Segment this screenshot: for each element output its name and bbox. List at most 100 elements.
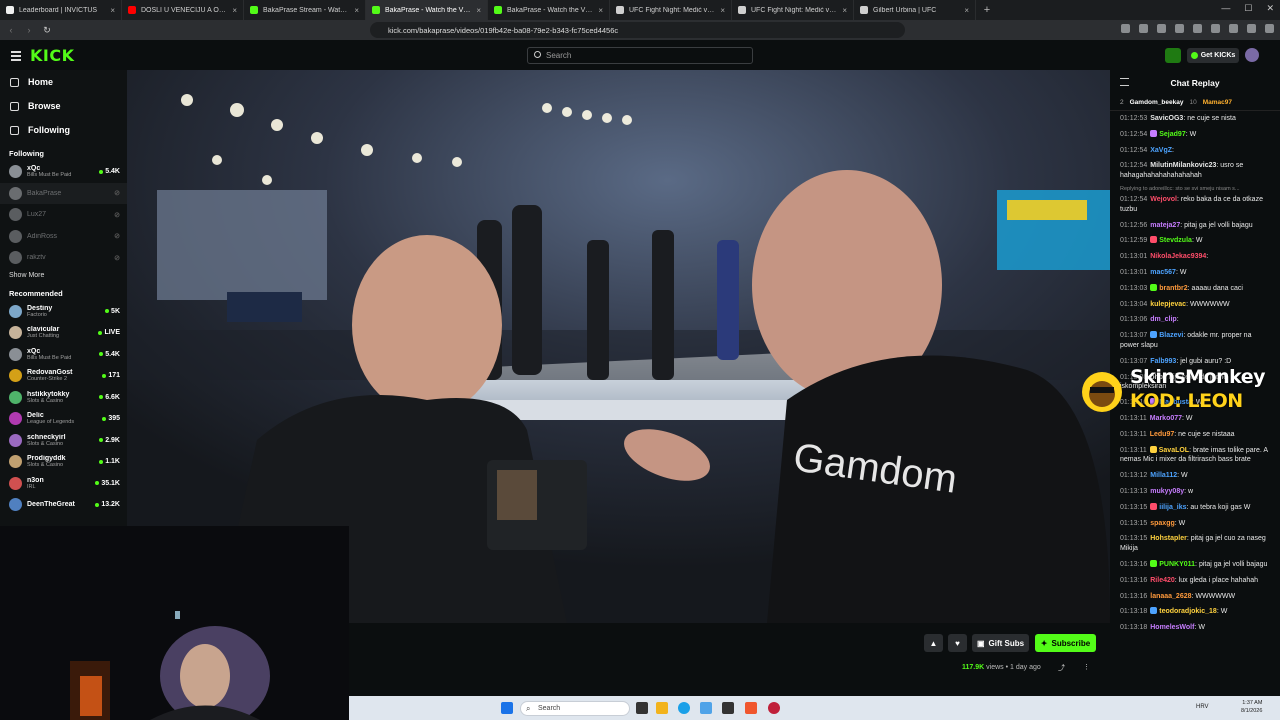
chat-username[interactable]: NikolaJekac9394 (1150, 253, 1206, 260)
collapse-chat-icon[interactable] (1120, 78, 1129, 86)
tab-close-icon[interactable]: × (354, 6, 359, 15)
extension-icon[interactable] (1193, 24, 1202, 33)
browser-tab[interactable]: BakaPrase - Watch the VOD on Kick × (488, 0, 610, 20)
browser-tab[interactable]: BakaPrase - Watch the VOD on Kick × (366, 0, 488, 20)
app-icon[interactable] (768, 702, 780, 714)
browser-tab[interactable]: BakaPrase Stream - Watch Live on Kick × (244, 0, 366, 20)
kick-logo[interactable]: KICK (30, 46, 75, 65)
reload-icon[interactable]: ↻ (40, 25, 54, 36)
sidebar-channel[interactable]: xQc Bills Must Be Paid 5.4K (0, 344, 127, 366)
windows-start-icon[interactable] (501, 702, 513, 714)
sidebar-channel[interactable]: n3on IRL 35.1K (0, 473, 127, 495)
close-icon[interactable]: ✕ (1266, 3, 1274, 14)
chat-username[interactable]: iilija_iks (1159, 504, 1186, 511)
back-icon[interactable]: ‹ (4, 25, 18, 35)
edge-icon[interactable] (678, 702, 690, 714)
gift-subs-button[interactable]: ▣ Gift Subs (972, 634, 1029, 652)
task-view-icon[interactable] (636, 702, 648, 714)
browser-tab[interactable]: Gilbert Urbina | UFC × (854, 0, 976, 20)
tab-close-icon[interactable]: × (476, 6, 481, 15)
app-icon[interactable] (722, 702, 734, 714)
search-input[interactable]: Search (527, 47, 753, 64)
chat-username[interactable]: mateja27 (1150, 222, 1180, 229)
chat-username[interactable]: lanaaa_2628 (1150, 593, 1191, 600)
chat-username[interactable]: SavicOG3 (1150, 115, 1183, 122)
sidebar-channel[interactable]: DeenTheGreat 13.2K (0, 494, 127, 516)
extension-icon[interactable] (1211, 24, 1220, 33)
tab-close-icon[interactable]: × (720, 6, 725, 15)
sidebar-nav-home[interactable]: Home (0, 70, 127, 94)
chat-username[interactable]: teodoradjokic_18 (1159, 608, 1217, 615)
sidebar-channel[interactable]: schneckyirl Slots & Casino 2.9K (0, 430, 127, 452)
tab-close-icon[interactable]: × (964, 6, 969, 15)
store-button[interactable] (1165, 48, 1181, 63)
browser-tab[interactable]: Leaderboard | INVICTUS × (0, 0, 122, 20)
browser-tab[interactable]: UFC Fight Night: Medić vs. Rodriguez × (732, 0, 854, 20)
more-options-icon[interactable]: ⋮ (1083, 663, 1090, 671)
chat-username[interactable]: XaVgZ (1150, 147, 1172, 154)
share-icon[interactable]: ⤴ (1058, 663, 1065, 673)
chat-username[interactable]: spaxgg (1150, 520, 1175, 527)
extension-icon[interactable] (1229, 24, 1238, 33)
chat-username[interactable]: PUNKY011 (1159, 561, 1195, 568)
chat-username[interactable]: Sejad97 (1159, 131, 1185, 138)
file-explorer-icon[interactable] (656, 702, 668, 714)
menu-icon[interactable] (11, 51, 21, 63)
browser-tab[interactable]: UFC Fight Night: Medić vs. Rodriguez × (610, 0, 732, 20)
notification-bell-button[interactable]: ▲ (924, 634, 943, 652)
new-tab-icon[interactable]: + (976, 4, 998, 16)
show-more-link[interactable]: Show More (0, 269, 127, 283)
chat-username[interactable]: Milla112 (1150, 472, 1177, 479)
chat-username[interactable]: brantbr2 (1159, 285, 1187, 292)
chat-username[interactable]: mukyy08y (1150, 488, 1184, 495)
forward-icon[interactable]: › (22, 25, 36, 35)
sidebar-channel[interactable]: Destiny Factorio 5K (0, 301, 127, 323)
sidebar-channel[interactable]: clavicular Just Chatting LIVE (0, 322, 127, 344)
subscribe-button[interactable]: ✦ Subscribe (1035, 634, 1096, 652)
chat-username[interactable]: Ledu97 (1150, 431, 1175, 438)
chat-username[interactable]: MilutinMilankovic23 (1150, 162, 1216, 169)
browser-tab[interactable]: DOSLI U VENECIJU A ONDA...*ODLETELI* × (122, 0, 244, 20)
sidebar-channel[interactable]: RedovanGost Counter-Strike 2 171 (0, 365, 127, 387)
extension-icon[interactable] (1265, 24, 1274, 33)
tab-close-icon[interactable]: × (598, 6, 603, 15)
brave-icon[interactable] (745, 702, 757, 714)
sidebar-channel[interactable]: Delic League of Legends 395 (0, 408, 127, 430)
sidebar-channel[interactable]: Prodigyddk Slots & Casino 1.1K (0, 451, 127, 473)
extension-icon[interactable] (1121, 24, 1130, 33)
url-field[interactable]: kick.com/bakaprase/videos/019fb42e-ba08-… (370, 22, 905, 38)
extension-icon[interactable] (1157, 24, 1166, 33)
maximize-icon[interactable]: ☐ (1244, 3, 1252, 14)
sidebar-channel[interactable]: AdinRoss ⊘ (0, 226, 127, 248)
chat-username[interactable]: SavaLOL (1159, 447, 1189, 454)
tab-close-icon[interactable]: × (842, 6, 847, 15)
chat-username[interactable]: mac567 (1150, 269, 1176, 276)
language-indicator[interactable]: HRV (1196, 704, 1209, 710)
chat-username[interactable]: Hohstapler (1150, 535, 1187, 542)
user-avatar[interactable] (1245, 48, 1259, 62)
chat-username[interactable]: dm_clip (1150, 316, 1176, 323)
taskbar-search[interactable]: ⌕ Search (520, 701, 630, 716)
sidebar-channel[interactable]: xQc Bills Must Be Paid 5.4K (0, 161, 127, 183)
get-kicks-button[interactable]: Get KICKs (1187, 48, 1239, 63)
tab-close-icon[interactable]: × (110, 6, 115, 15)
chat-username[interactable]: Wejovol (1150, 196, 1177, 203)
chat-username[interactable]: Stevdzula (1159, 237, 1192, 244)
sidebar-channel[interactable]: hstikkytokky Slots & Casino 6.6K (0, 387, 127, 409)
sidebar-nav-browse[interactable]: Browse (0, 94, 127, 118)
sidebar-channel[interactable]: BakaPrase ⊘ (0, 182, 127, 204)
sidebar-nav-following[interactable]: Following (0, 118, 127, 142)
chat-username[interactable]: HomelesWolf (1150, 624, 1194, 631)
follow-button[interactable]: ♥ (948, 634, 967, 652)
sidebar-channel[interactable]: Lux27 ⊘ (0, 204, 127, 226)
chat-username[interactable]: Rile420 (1150, 577, 1175, 584)
store-icon[interactable] (700, 702, 712, 714)
sidebar-channel[interactable]: rakztv ⊘ (0, 247, 127, 269)
chat-username[interactable]: Blazevi (1159, 332, 1183, 339)
tab-close-icon[interactable]: × (232, 6, 237, 15)
extension-icon[interactable] (1175, 24, 1184, 33)
minimize-icon[interactable]: — (1221, 3, 1230, 14)
chat-username[interactable]: kulepjevac (1150, 301, 1186, 308)
extension-icon[interactable] (1247, 24, 1256, 33)
extension-icon[interactable] (1139, 24, 1148, 33)
